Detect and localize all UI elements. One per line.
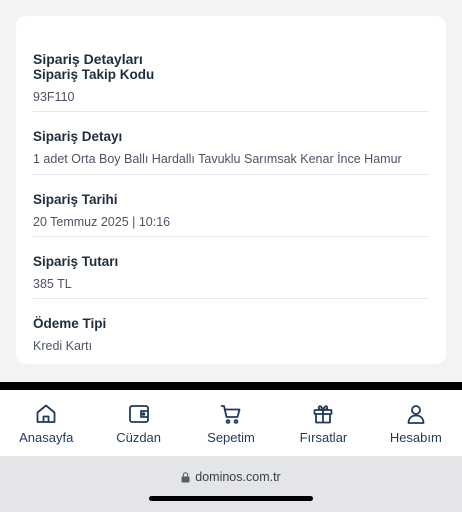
lock-icon (181, 471, 190, 483)
payment-type-value: Kredi Kartı (33, 339, 93, 353)
tab-cart[interactable]: Sepetim (185, 390, 277, 456)
tab-wallet[interactable]: Cüzdan (92, 390, 184, 456)
order-date-label: Sipariş Tarihi (33, 192, 118, 207)
divider (33, 298, 429, 299)
tracking-code-label: Sipariş Takip Kodu (33, 67, 155, 82)
payment-type-row: Ödeme Tipi Kredi Kartı (33, 315, 429, 355)
tab-label: Anasayfa (19, 430, 74, 445)
order-total-value: 385 TL (33, 277, 72, 291)
divider (33, 174, 429, 175)
home-icon (36, 404, 56, 423)
cart-icon (220, 405, 241, 424)
order-date-row: Sipariş Tarihi 20 Temmuz 2025 | 10:16 (33, 191, 429, 231)
order-total-label: Sipariş Tutarı (33, 254, 119, 269)
gift-icon (314, 405, 333, 424)
tab-label: Sepetim (207, 430, 255, 445)
divider (33, 236, 429, 237)
url-text: dominos.com.tr (195, 470, 281, 484)
order-detail-row: Sipariş Detayı 1 adet Orta Boy Ballı Har… (33, 128, 429, 168)
tab-account[interactable]: Hesabım (370, 390, 462, 456)
tab-label: Fırsatlar (299, 430, 348, 445)
order-detail-label: Sipariş Detayı (33, 129, 123, 144)
order-total-row: Sipariş Tutarı 385 TL (33, 253, 429, 293)
tab-home[interactable]: Anasayfa (0, 390, 92, 456)
tab-deals[interactable]: Fırsatlar (277, 390, 369, 456)
bottom-tab-bar: Anasayfa Cüzdan Sepetim Fırsatlar Hesabı… (0, 390, 462, 456)
divider (33, 111, 429, 112)
separator-band (0, 382, 462, 390)
order-detail-value: 1 adet Orta Boy Ballı Hardallı Tavuklu S… (33, 152, 402, 166)
tracking-code-value: 93F110 (33, 90, 75, 104)
order-details-card: Sipariş Detayları Sipariş Takip Kodu 93F… (16, 16, 446, 364)
order-date-value: 20 Temmuz 2025 | 10:16 (33, 215, 171, 229)
tab-label: Hesabım (389, 430, 442, 445)
url-field[interactable]: dominos.com.tr (0, 470, 462, 484)
payment-type-label: Ödeme Tipi (33, 316, 107, 331)
browser-address-bar: dominos.com.tr (0, 456, 462, 512)
home-indicator[interactable] (149, 496, 313, 501)
user-icon (407, 405, 425, 424)
tab-label: Cüzdan (116, 430, 162, 445)
wallet-icon (128, 405, 149, 423)
order-tracking-code-row: Sipariş Takip Kodu 93F110 (33, 66, 429, 106)
